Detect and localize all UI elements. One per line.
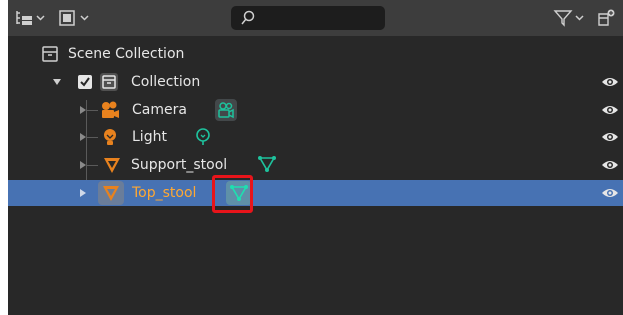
new-collection-button[interactable] bbox=[596, 6, 616, 30]
new-collection-icon bbox=[598, 9, 615, 26]
scene-collection-label: Scene Collection bbox=[68, 46, 185, 62]
mesh-data-icon[interactable] bbox=[257, 154, 277, 174]
visibility-eye-icon[interactable] bbox=[601, 74, 619, 90]
expand-arrow-right-icon[interactable] bbox=[78, 159, 88, 171]
light-object-icon bbox=[104, 129, 116, 145]
expand-arrow-right-icon[interactable] bbox=[78, 187, 88, 199]
chevron-down-icon bbox=[80, 15, 89, 21]
display-mode-dropdown[interactable] bbox=[14, 6, 45, 30]
visibility-eye-icon[interactable] bbox=[601, 157, 619, 173]
tree-row-top-stool[interactable]: Top_stool bbox=[8, 180, 623, 206]
mesh-object-icon bbox=[98, 181, 124, 205]
light-data-icon[interactable] bbox=[193, 127, 213, 147]
expand-arrow-down-icon[interactable] bbox=[52, 76, 62, 88]
search-input[interactable] bbox=[231, 6, 385, 30]
outliner-panel: Scene Collection Collection Camera Light… bbox=[8, 0, 623, 315]
expand-arrow-right-icon[interactable] bbox=[78, 104, 88, 116]
top-stool-label: Top_stool bbox=[132, 185, 197, 201]
filter-icon bbox=[553, 10, 573, 27]
filter-objects-dropdown[interactable] bbox=[58, 6, 89, 30]
view-layer-icon bbox=[16, 11, 32, 25]
tree-row-collection[interactable]: Collection bbox=[8, 69, 623, 95]
tree-row-camera[interactable]: Camera bbox=[8, 97, 623, 123]
tree-row-scene-collection[interactable]: Scene Collection bbox=[8, 41, 623, 67]
camera-object-icon bbox=[102, 101, 119, 118]
collection-icon bbox=[100, 73, 118, 91]
chevron-down-icon bbox=[575, 15, 584, 21]
outliner-header bbox=[8, 0, 623, 36]
tree-row-light[interactable]: Light bbox=[8, 124, 623, 150]
collection-label: Collection bbox=[131, 74, 201, 90]
chevron-down-icon bbox=[36, 15, 45, 21]
tree-row-support-stool[interactable]: Support_stool bbox=[8, 152, 623, 178]
camera-data-icon[interactable] bbox=[215, 99, 237, 121]
camera-label: Camera bbox=[132, 102, 187, 118]
scene-collection-icon bbox=[42, 46, 58, 62]
visibility-eye-icon[interactable] bbox=[601, 129, 619, 145]
search-icon bbox=[241, 10, 255, 25]
mesh-object-icon bbox=[104, 158, 120, 173]
checkbox-checked-icon[interactable] bbox=[76, 73, 94, 91]
visibility-eye-icon[interactable] bbox=[601, 102, 619, 118]
image-icon bbox=[59, 10, 75, 26]
highlight-box bbox=[212, 175, 253, 213]
expand-arrow-right-icon[interactable] bbox=[78, 131, 88, 143]
light-label: Light bbox=[132, 129, 167, 145]
support-stool-label: Support_stool bbox=[131, 157, 228, 173]
visibility-eye-icon[interactable] bbox=[601, 185, 619, 201]
filter-dropdown[interactable] bbox=[553, 6, 584, 30]
